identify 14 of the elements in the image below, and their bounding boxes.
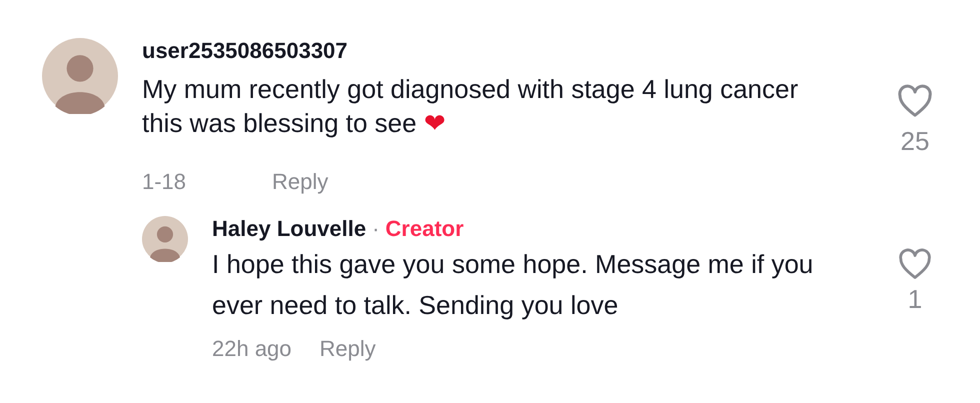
separator-dot: · xyxy=(372,216,380,242)
username[interactable]: user2535086503307 xyxy=(142,38,890,64)
comment-text: My mum recently got diagnosed with stage 4 lung cancer this was blessing to see ❤ xyxy=(142,73,800,141)
like-count: 1 xyxy=(908,283,922,316)
reply-text: I hope this gave you some hope. Message me if you ever need to talk. Sending you love xyxy=(212,248,814,322)
like-icon[interactable] xyxy=(897,84,933,118)
reply-username[interactable]: Haley Louvelle xyxy=(212,216,366,242)
reply-date: 22h ago xyxy=(212,335,292,363)
creator-label: Creator xyxy=(385,216,464,242)
avatar[interactable] xyxy=(42,38,118,114)
like-icon[interactable] xyxy=(898,248,932,280)
comment-date: 1-18 xyxy=(142,168,188,196)
like-count: 25 xyxy=(900,125,930,158)
avatar[interactable] xyxy=(142,216,188,262)
